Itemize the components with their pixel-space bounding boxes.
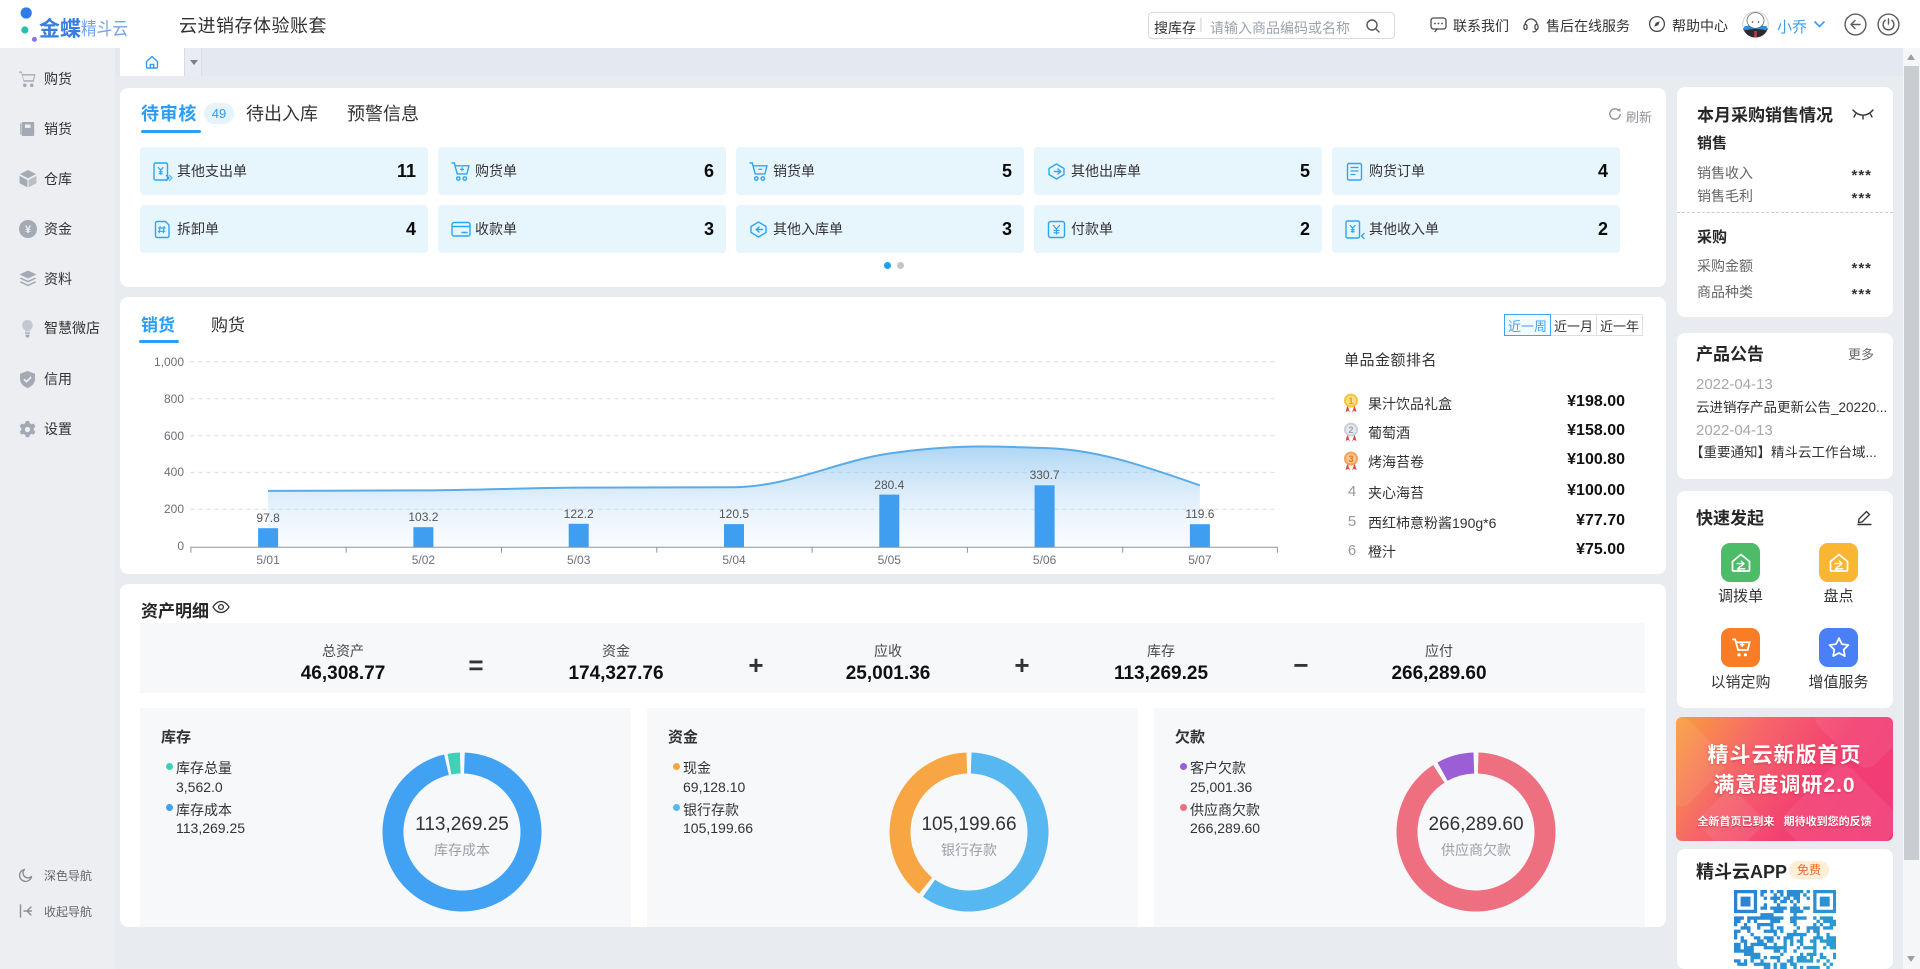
svg-text:2: 2 (1348, 425, 1353, 435)
svg-text:1: 1 (1348, 396, 1353, 406)
svg-text:3: 3 (1348, 454, 1353, 464)
svg-text:¥: ¥ (25, 224, 32, 236)
